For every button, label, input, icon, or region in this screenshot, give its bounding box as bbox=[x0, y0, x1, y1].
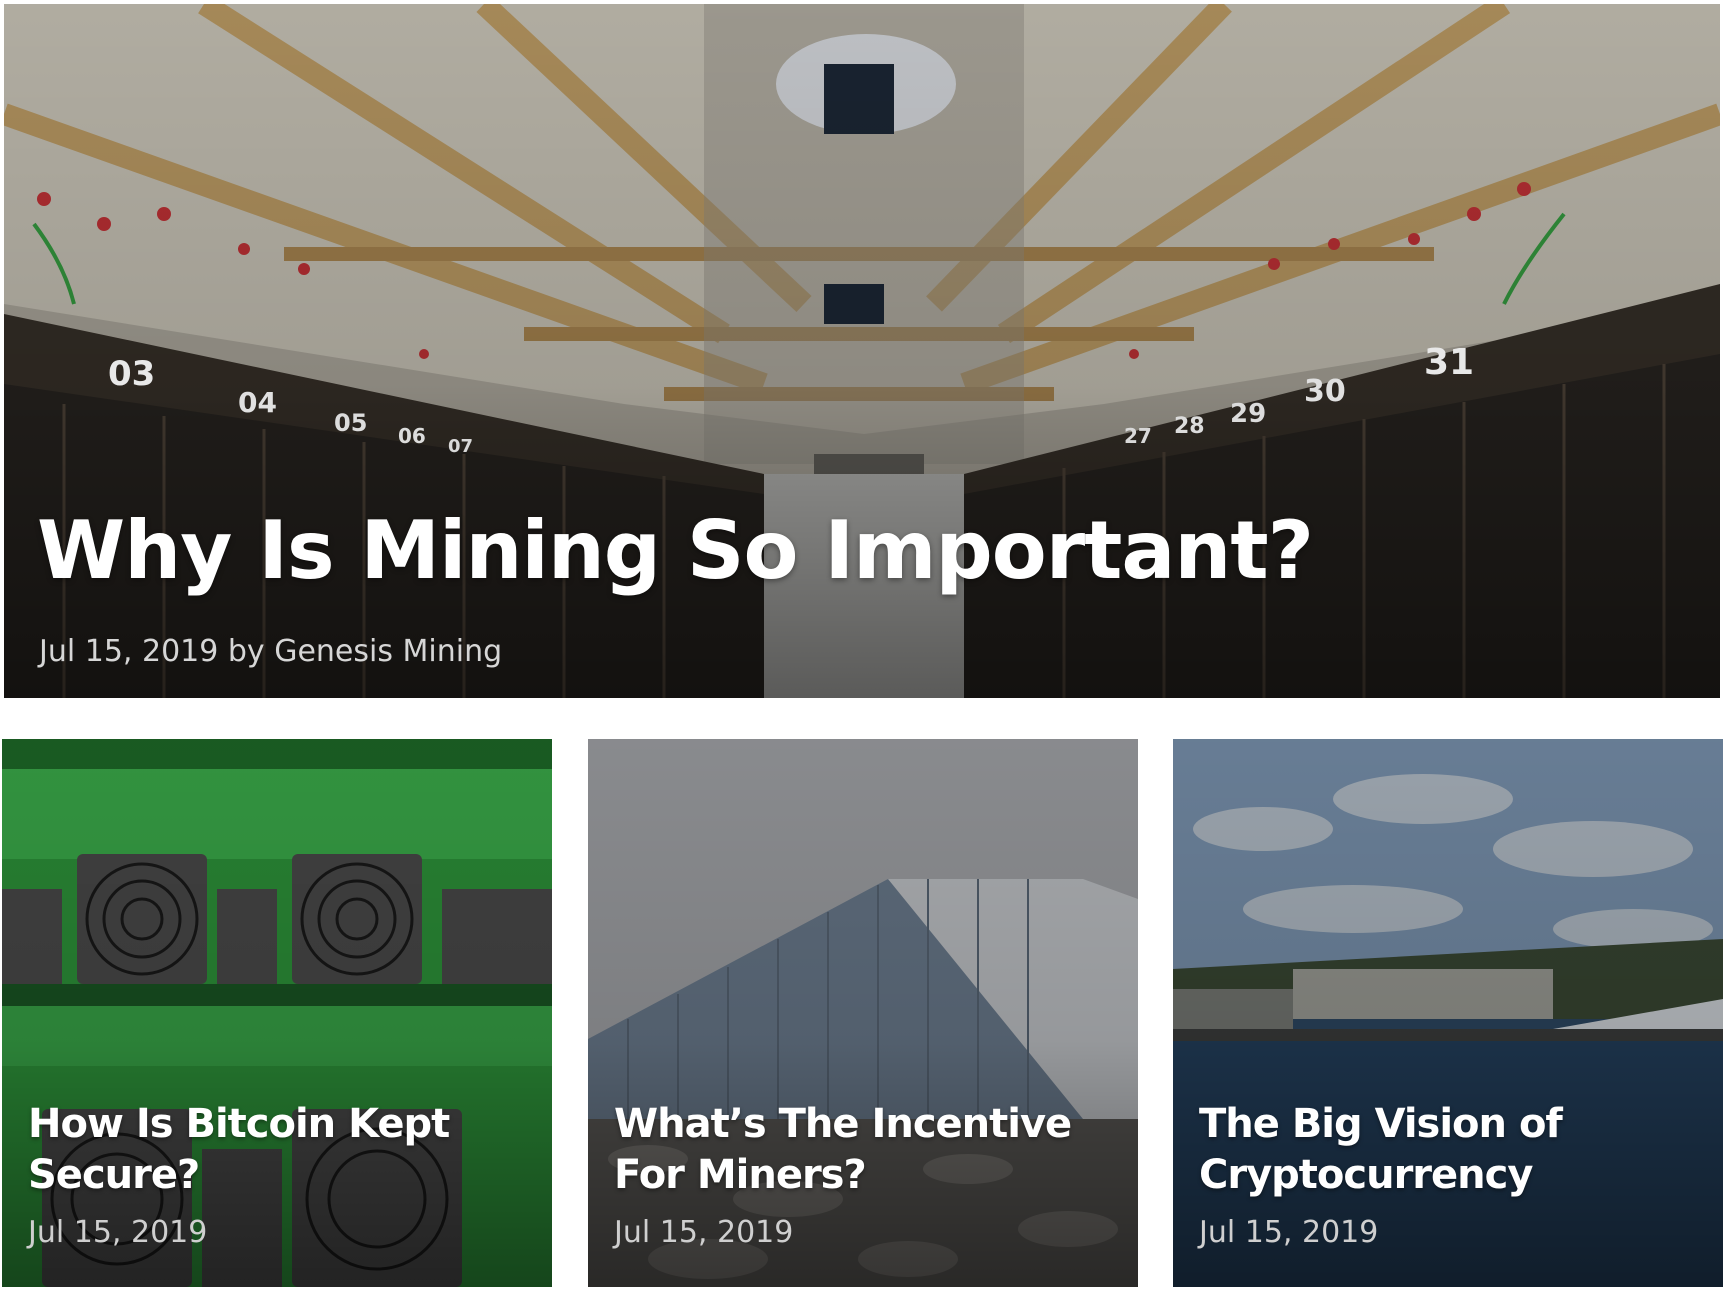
post-card-bitcoin-secure[interactable]: How Is Bitcoin Kept Secure? Jul 15, 2019 bbox=[2, 739, 552, 1287]
rack-label: 27 bbox=[1124, 424, 1152, 448]
post-card-date: Jul 15, 2019 bbox=[1199, 1215, 1379, 1250]
rack-label: 04 bbox=[238, 386, 277, 419]
rack-label: 03 bbox=[108, 354, 156, 394]
rack-label: 05 bbox=[334, 409, 368, 437]
rack-label: 07 bbox=[448, 436, 474, 457]
rack-label: 28 bbox=[1174, 414, 1205, 439]
post-card-date: Jul 15, 2019 bbox=[28, 1215, 208, 1250]
rack-label: 06 bbox=[398, 424, 426, 448]
image-overlay bbox=[2, 739, 552, 1287]
rack-label: 29 bbox=[1230, 399, 1267, 429]
post-card-title[interactable]: What’s The Incentive For Miners? bbox=[614, 1099, 1084, 1201]
post-card-title[interactable]: How Is Bitcoin Kept Secure? bbox=[28, 1099, 498, 1201]
rack-label: 30 bbox=[1304, 374, 1346, 409]
featured-post-meta: Jul 15, 2019 by Genesis Mining bbox=[39, 634, 503, 669]
featured-post-title[interactable]: Why Is Mining So Important? bbox=[37, 504, 1314, 597]
image-overlay bbox=[1173, 739, 1723, 1287]
post-card-title[interactable]: The Big Vision of Cryptocurrency bbox=[1199, 1099, 1669, 1201]
post-card-crypto-vision[interactable]: The Big Vision of Cryptocurrency Jul 15,… bbox=[1173, 739, 1723, 1287]
rack-label: 31 bbox=[1424, 342, 1475, 383]
post-card-miner-incentive[interactable]: What’s The Incentive For Miners? Jul 15,… bbox=[588, 739, 1138, 1287]
featured-post-card[interactable]: 03 04 05 06 07 27 28 29 30 31 Why Is Min… bbox=[4, 4, 1720, 698]
post-card-date: Jul 15, 2019 bbox=[614, 1215, 794, 1250]
image-overlay bbox=[588, 739, 1138, 1287]
